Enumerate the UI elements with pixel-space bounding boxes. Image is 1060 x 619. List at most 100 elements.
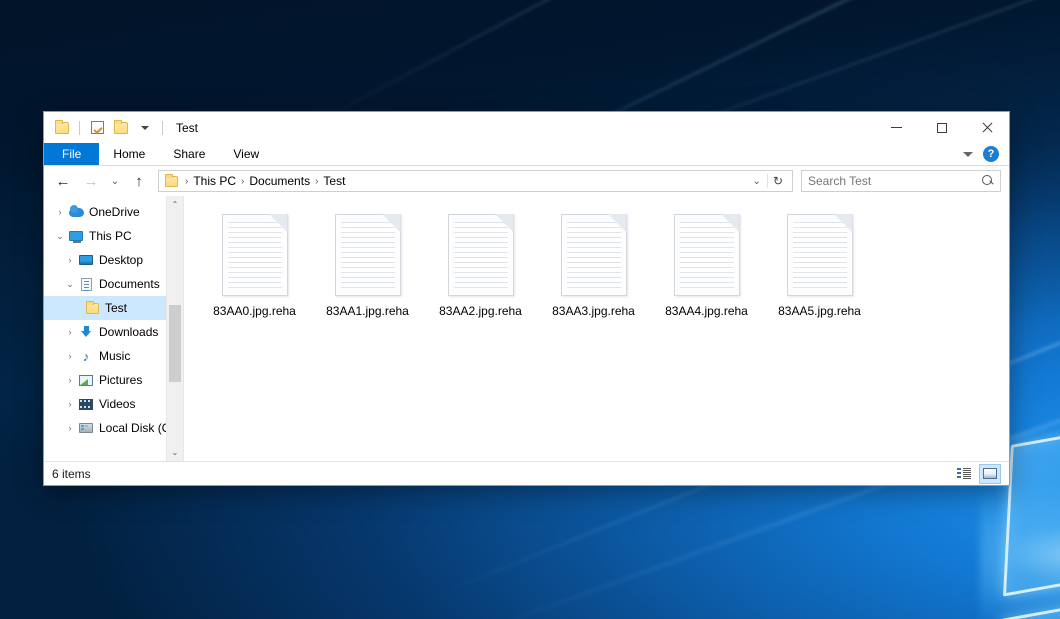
list-item[interactable]: 83AA0.jpg.reha: [198, 210, 311, 319]
file-list-pane[interactable]: 83AA0.jpg.reha 83AA1.jpg.reha: [184, 196, 1009, 461]
sidebar-item-label: Desktop: [99, 253, 143, 267]
breadcrumb-item-this-pc[interactable]: This PC: [189, 174, 240, 188]
sidebar-item-this-pc[interactable]: ⌄ This PC: [44, 224, 183, 248]
refresh-icon[interactable]: ↻: [767, 174, 788, 188]
videos-icon: [78, 399, 94, 410]
pictures-icon: [78, 375, 94, 386]
sidebar-item-label: Videos: [99, 397, 135, 411]
scroll-down-arrow-icon[interactable]: ⌄: [167, 444, 183, 461]
ribbon-tabs: File Home Share View ?: [44, 143, 1009, 166]
documents-icon: [78, 278, 94, 291]
generic-file-icon: [448, 214, 514, 296]
address-bar: ← → ⌄ ↑ › This PC › Documents › Test ⌄ ↻…: [44, 166, 1009, 196]
tab-home[interactable]: Home: [99, 143, 159, 165]
search-placeholder: Search Test: [808, 174, 982, 188]
close-button[interactable]: [964, 112, 1009, 143]
chevron-right-icon[interactable]: ›: [62, 255, 78, 265]
breadcrumb-folder-icon: [163, 176, 179, 187]
list-item[interactable]: 83AA4.jpg.reha: [650, 210, 763, 319]
sidebar-item-desktop[interactable]: › Desktop: [44, 248, 183, 272]
chevron-right-icon[interactable]: ›: [62, 375, 78, 385]
sidebar-item-label: OneDrive: [89, 205, 140, 219]
sidebar-item-label: Documents: [99, 277, 160, 291]
chevron-right-icon[interactable]: ›: [52, 207, 68, 217]
back-button[interactable]: ←: [50, 169, 76, 193]
tab-view[interactable]: View: [219, 143, 273, 165]
sidebar-item-pictures[interactable]: › Pictures: [44, 368, 183, 392]
window-title: Test: [176, 121, 198, 135]
new-folder-icon[interactable]: [111, 118, 131, 138]
navigation-scrollbar[interactable]: ⌃ ⌄: [166, 196, 183, 461]
list-item[interactable]: 83AA2.jpg.reha: [424, 210, 537, 319]
file-name: 83AA1.jpg.reha: [326, 304, 409, 319]
sidebar-item-onedrive[interactable]: › OneDrive: [44, 200, 183, 224]
maximize-button[interactable]: [919, 112, 964, 143]
item-count: 6 items: [52, 467, 91, 481]
file-name: 83AA2.jpg.reha: [439, 304, 522, 319]
up-button[interactable]: ↑: [126, 169, 152, 193]
scrollbar-track[interactable]: [167, 213, 183, 444]
file-name: 83AA5.jpg.reha: [778, 304, 861, 319]
navigation-pane: › OneDrive ⌄ This PC › Desktop ⌄: [44, 196, 184, 461]
large-icons-view-button[interactable]: [979, 464, 1001, 484]
recent-locations-button[interactable]: ⌄: [106, 169, 124, 193]
file-name: 83AA4.jpg.reha: [665, 304, 748, 319]
sidebar-item-music[interactable]: › ♪ Music: [44, 344, 183, 368]
tab-share[interactable]: Share: [159, 143, 219, 165]
music-icon: ♪: [78, 350, 94, 363]
window-body: › OneDrive ⌄ This PC › Desktop ⌄: [44, 196, 1009, 461]
file-name: 83AA3.jpg.reha: [552, 304, 635, 319]
title-bar[interactable]: Test: [44, 112, 1009, 143]
sidebar-item-videos[interactable]: › Videos: [44, 392, 183, 416]
generic-file-icon: [787, 214, 853, 296]
address-dropdown-icon[interactable]: ⌄: [749, 176, 765, 187]
chevron-right-icon[interactable]: ›: [62, 351, 78, 361]
file-explorer-window: Test File Home Share View ? ← → ⌄ ↑: [43, 111, 1010, 486]
sidebar-item-label: Music: [99, 349, 130, 363]
search-icon[interactable]: [982, 175, 994, 187]
desktop-icon: [78, 255, 94, 265]
chevron-right-icon[interactable]: ›: [62, 399, 78, 409]
list-item[interactable]: 83AA1.jpg.reha: [311, 210, 424, 319]
sidebar-item-documents[interactable]: ⌄ Documents: [44, 272, 183, 296]
customize-chevron-icon[interactable]: [135, 118, 155, 138]
forward-button[interactable]: →: [78, 169, 104, 193]
help-icon[interactable]: ?: [983, 146, 999, 162]
expand-ribbon-chevron-icon[interactable]: [963, 152, 973, 157]
divider: [162, 121, 163, 135]
chevron-right-icon[interactable]: ›: [62, 327, 78, 337]
generic-file-icon: [335, 214, 401, 296]
search-input[interactable]: Search Test: [801, 170, 1001, 192]
breadcrumb-item-test[interactable]: Test: [319, 174, 349, 188]
breadcrumb[interactable]: › This PC › Documents › Test ⌄ ↻: [158, 170, 793, 192]
scrollbar-thumb[interactable]: [169, 305, 181, 381]
generic-file-icon: [674, 214, 740, 296]
quick-access-toolbar: Test: [44, 118, 198, 138]
chevron-right-icon[interactable]: ›: [62, 423, 78, 433]
details-view-button[interactable]: [953, 464, 975, 484]
ribbon-right-controls: ?: [963, 143, 1009, 165]
chevron-down-icon[interactable]: ⌄: [62, 279, 78, 290]
tab-file[interactable]: File: [44, 143, 99, 165]
downloads-icon: [78, 326, 94, 339]
properties-icon[interactable]: [87, 118, 107, 138]
file-name: 83AA0.jpg.reha: [213, 304, 296, 319]
folder-icon[interactable]: [52, 118, 72, 138]
folder-icon: [84, 303, 100, 314]
logo-pane: [994, 597, 1060, 619]
file-grid: 83AA0.jpg.reha 83AA1.jpg.reha: [198, 210, 1009, 319]
sidebar-item-downloads[interactable]: › Downloads: [44, 320, 183, 344]
breadcrumb-item-documents[interactable]: Documents: [245, 174, 314, 188]
minimize-button[interactable]: [874, 112, 919, 143]
list-item[interactable]: 83AA3.jpg.reha: [537, 210, 650, 319]
desktop: Test File Home Share View ? ← → ⌄ ↑: [0, 0, 1060, 619]
this-pc-icon: [68, 231, 84, 241]
sidebar-item-local-disk[interactable]: › Local Disk (C:): [44, 416, 183, 440]
scroll-up-arrow-icon[interactable]: ⌃: [167, 196, 183, 213]
sidebar-item-test[interactable]: Test: [44, 296, 183, 320]
list-item[interactable]: 83AA5.jpg.reha: [763, 210, 876, 319]
chevron-down-icon[interactable]: ⌄: [52, 231, 68, 242]
logo-pane: [1003, 424, 1060, 597]
breadcrumb-tail: ⌄ ↻: [749, 174, 788, 188]
window-controls: [874, 112, 1009, 143]
